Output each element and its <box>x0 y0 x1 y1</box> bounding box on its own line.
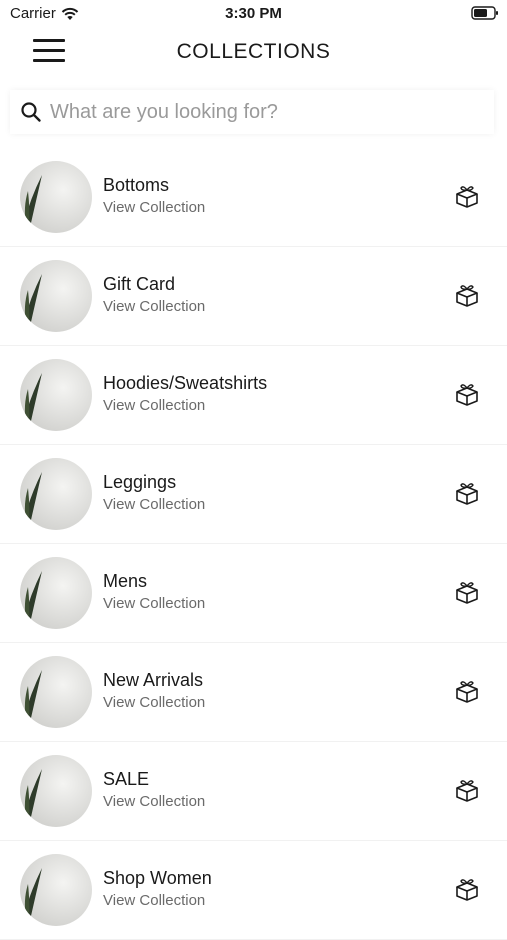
collection-thumbnail <box>20 161 92 233</box>
collection-row-leggings[interactable]: Leggings View Collection <box>0 445 507 544</box>
search-bar <box>10 90 494 134</box>
collection-thumbnail <box>20 359 92 431</box>
collection-list: Bottoms View Collection Gift Card View C… <box>0 148 507 940</box>
collection-text: Hoodies/Sweatshirts View Collection <box>103 372 267 415</box>
page-title: COLLECTIONS <box>176 40 331 63</box>
collection-row-hoodies-sweatshirts[interactable]: Hoodies/Sweatshirts View Collection <box>0 346 507 445</box>
collection-text: Mens View Collection <box>103 570 205 613</box>
collection-row-gift-card[interactable]: Gift Card View Collection <box>0 247 507 346</box>
search-icon <box>21 102 41 122</box>
collection-row-new-arrivals[interactable]: New Arrivals View Collection <box>0 643 507 742</box>
view-collection-link[interactable]: View Collection <box>103 892 212 910</box>
gift-box-icon[interactable] <box>454 284 480 308</box>
search-input[interactable] <box>48 99 472 125</box>
gift-box-icon[interactable] <box>454 383 480 407</box>
view-collection-link[interactable]: View Collection <box>103 397 267 415</box>
collection-text: Leggings View Collection <box>103 471 205 514</box>
collection-row-mens[interactable]: Mens View Collection <box>0 544 507 643</box>
collection-row-sale[interactable]: SALE View Collection <box>0 742 507 841</box>
collection-thumbnail <box>20 854 92 926</box>
collection-row-bottoms[interactable]: Bottoms View Collection <box>0 148 507 247</box>
collection-title: SALE <box>103 769 150 789</box>
view-collection-link[interactable]: View Collection <box>103 595 205 613</box>
collection-title: Shop Women <box>103 868 212 888</box>
nav-header: COLLECTIONS <box>0 28 507 76</box>
collection-text: SALE View Collection <box>103 768 205 811</box>
collection-text: Gift Card View Collection <box>103 273 205 316</box>
collection-title: Bottoms <box>103 175 170 195</box>
gift-box-icon[interactable] <box>454 680 480 704</box>
collection-thumbnail <box>20 656 92 728</box>
view-collection-link[interactable]: View Collection <box>103 793 205 811</box>
collection-text: Shop Women View Collection <box>103 867 212 910</box>
collection-thumbnail <box>20 260 92 332</box>
collection-text: Bottoms View Collection <box>103 174 205 217</box>
collection-text: New Arrivals View Collection <box>103 669 205 712</box>
view-collection-link[interactable]: View Collection <box>103 199 205 217</box>
collection-title: Mens <box>103 571 148 591</box>
gift-box-icon[interactable] <box>454 779 480 803</box>
collection-title: Gift Card <box>103 274 176 294</box>
gift-box-icon[interactable] <box>454 878 480 902</box>
view-collection-link[interactable]: View Collection <box>103 298 205 316</box>
collection-title: Hoodies/Sweatshirts <box>103 373 268 393</box>
view-collection-link[interactable]: View Collection <box>103 694 205 712</box>
gift-box-icon[interactable] <box>454 185 480 209</box>
collection-thumbnail <box>20 557 92 629</box>
gift-box-icon[interactable] <box>454 581 480 605</box>
collection-thumbnail <box>20 755 92 827</box>
status-time: 3:30 PM <box>225 5 282 22</box>
collection-row-shop-women[interactable]: Shop Women View Collection <box>0 841 507 940</box>
gift-box-icon[interactable] <box>454 482 480 506</box>
collection-title: Leggings <box>103 472 177 492</box>
collection-title: New Arrivals <box>103 670 204 690</box>
view-collection-link[interactable]: View Collection <box>103 496 205 514</box>
status-bar: Carrier 3:30 PM <box>0 0 507 28</box>
collection-thumbnail <box>20 458 92 530</box>
battery-icon <box>471 6 499 25</box>
